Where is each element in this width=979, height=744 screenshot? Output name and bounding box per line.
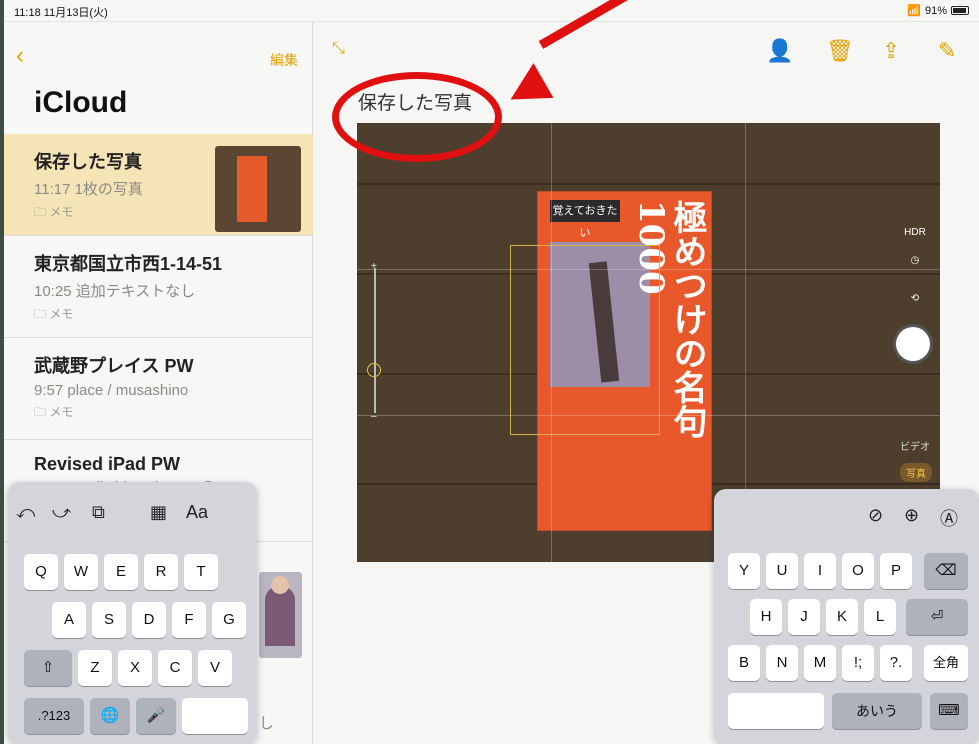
expand-icon[interactable]: ⤡	[332, 40, 345, 58]
key-g[interactable]: G	[212, 602, 246, 638]
note-folder: 🗀 メモ	[34, 307, 74, 321]
key-d[interactable]: D	[132, 602, 166, 638]
table-icon[interactable]: ▦	[150, 502, 167, 523]
add-person-icon[interactable]: 👤	[766, 38, 793, 64]
key-y[interactable]: Y	[728, 553, 760, 589]
zoom-slider	[374, 268, 376, 413]
key-m[interactable]: M	[804, 645, 836, 681]
book-title: 極めつけの名句1000	[631, 200, 707, 438]
key-o[interactable]: O	[842, 553, 874, 589]
timer-icon: ◷	[910, 255, 920, 266]
key-t[interactable]: T	[184, 554, 218, 590]
split-keyboard-left: ⤺ ⤻ ⧉ ▦ Aa Q W E R T A S D F G ⇧ Z X C V…	[8, 482, 257, 744]
note-title: 東京都国立市西1-14-51	[34, 254, 223, 274]
note-folder: 🗀 メモ	[34, 405, 74, 419]
key-n[interactable]: N	[766, 645, 798, 681]
checklist-icon[interactable]: ⊘	[868, 505, 883, 526]
note-item-saved-photo[interactable]: 保存した写真 11:17 1枚の写真 🗀 メモ	[4, 134, 313, 236]
chevron-left-icon[interactable]: ‹	[16, 44, 24, 68]
key-c[interactable]: C	[158, 650, 192, 686]
zoom-minus: –	[371, 411, 377, 422]
note-subtitle: 9:57 place / musashino	[34, 382, 189, 399]
video-mode-label: ビデオ	[900, 442, 930, 453]
redo-icon[interactable]: ⤻	[52, 502, 71, 523]
battery-icon	[951, 6, 969, 15]
note-title: 武蔵野プレイス PW	[34, 356, 194, 376]
full-width-key[interactable]: 全角	[924, 645, 968, 681]
note-subtitle: 10:25 追加テキストなし	[34, 283, 196, 300]
key-z[interactable]: Z	[78, 650, 112, 686]
trash-icon[interactable]: 🗑	[826, 38, 854, 64]
ipad-screen: 11:18 11月13日(火) 📶 91% ‹ 編集 iCloud 保存した写真…	[4, 0, 979, 744]
compose-icon[interactable]: ✎	[938, 38, 956, 64]
wifi-icon: 📶	[907, 5, 921, 17]
key-q[interactable]: Q	[24, 554, 58, 590]
key-f[interactable]: F	[172, 602, 206, 638]
space-key-left[interactable]	[182, 698, 248, 734]
battery-percent: 91%	[924, 4, 947, 17]
undo-icon[interactable]: ⤺	[16, 502, 35, 523]
note-thumbnail-person	[259, 572, 302, 658]
status-right: 📶 91%	[907, 4, 969, 17]
split-keyboard-right: ⊘ ⊕ Ⓐ Y U I O P ⌫ H J K L ⏎ B N M !; ?. …	[714, 489, 979, 744]
key-u[interactable]: U	[766, 553, 798, 589]
key-question[interactable]: ?.	[880, 645, 912, 681]
zoom-knob	[367, 363, 381, 377]
paste-icon[interactable]: ⧉	[92, 502, 105, 523]
hide-keyboard-key-icon[interactable]: ⌨	[930, 693, 968, 729]
note-partial-text: し	[259, 715, 275, 732]
key-i[interactable]: I	[804, 553, 836, 589]
note-item-musashino[interactable]: 武蔵野プレイス PW 9:57 place / musashino 🗀 メモ	[4, 338, 313, 440]
space-key-right[interactable]	[728, 693, 824, 729]
note-thumbnail-book	[215, 146, 301, 232]
key-r[interactable]: R	[144, 554, 178, 590]
key-e[interactable]: E	[104, 554, 138, 590]
status-bar: 11:18 11月13日(火) 📶 91%	[4, 0, 979, 22]
microphone-key-icon[interactable]: 🎤	[136, 698, 176, 734]
markup-icon[interactable]: Ⓐ	[940, 505, 958, 531]
focus-box	[510, 245, 660, 435]
add-icon[interactable]: ⊕	[904, 505, 919, 526]
key-j[interactable]: J	[788, 599, 820, 635]
key-v[interactable]: V	[198, 650, 232, 686]
text-format-icon[interactable]: Aa	[186, 502, 208, 523]
return-key-icon[interactable]: ⏎	[906, 599, 968, 635]
edit-button[interactable]: 編集	[270, 50, 298, 70]
shift-key-icon[interactable]: ⇧	[24, 650, 72, 686]
kana-key[interactable]: あいう	[832, 693, 922, 729]
flip-camera-icon: ⟲	[910, 293, 920, 304]
photo-mode-label: 写真	[900, 463, 932, 482]
key-b[interactable]: B	[728, 645, 760, 681]
key-p[interactable]: P	[880, 553, 912, 589]
key-w[interactable]: W	[64, 554, 98, 590]
key-k[interactable]: K	[826, 599, 858, 635]
note-title: Revised iPad PW	[34, 454, 181, 474]
note-item-address[interactable]: 東京都国立市西1-14-51 10:25 追加テキストなし 🗀 メモ	[4, 236, 313, 338]
delete-key-icon[interactable]: ⌫	[924, 553, 968, 589]
globe-key-icon[interactable]: 🌐	[90, 698, 130, 734]
key-l[interactable]: L	[864, 599, 896, 635]
annotation-circle	[332, 72, 502, 162]
numbers-key[interactable]: .?123	[24, 698, 84, 734]
share-icon[interactable]: ⇪	[882, 38, 900, 64]
book-band: 覚えておきたい	[550, 200, 620, 239]
hdr-label: HDR	[904, 227, 926, 238]
shutter-button-icon	[896, 327, 930, 361]
key-s[interactable]: S	[92, 602, 126, 638]
key-h[interactable]: H	[750, 599, 782, 635]
key-exclaim[interactable]: !;	[842, 645, 874, 681]
status-time: 11:18 11月13日(火)	[14, 7, 108, 19]
key-x[interactable]: X	[118, 650, 152, 686]
key-a[interactable]: A	[52, 602, 86, 638]
folder-title: iCloud	[34, 86, 128, 119]
